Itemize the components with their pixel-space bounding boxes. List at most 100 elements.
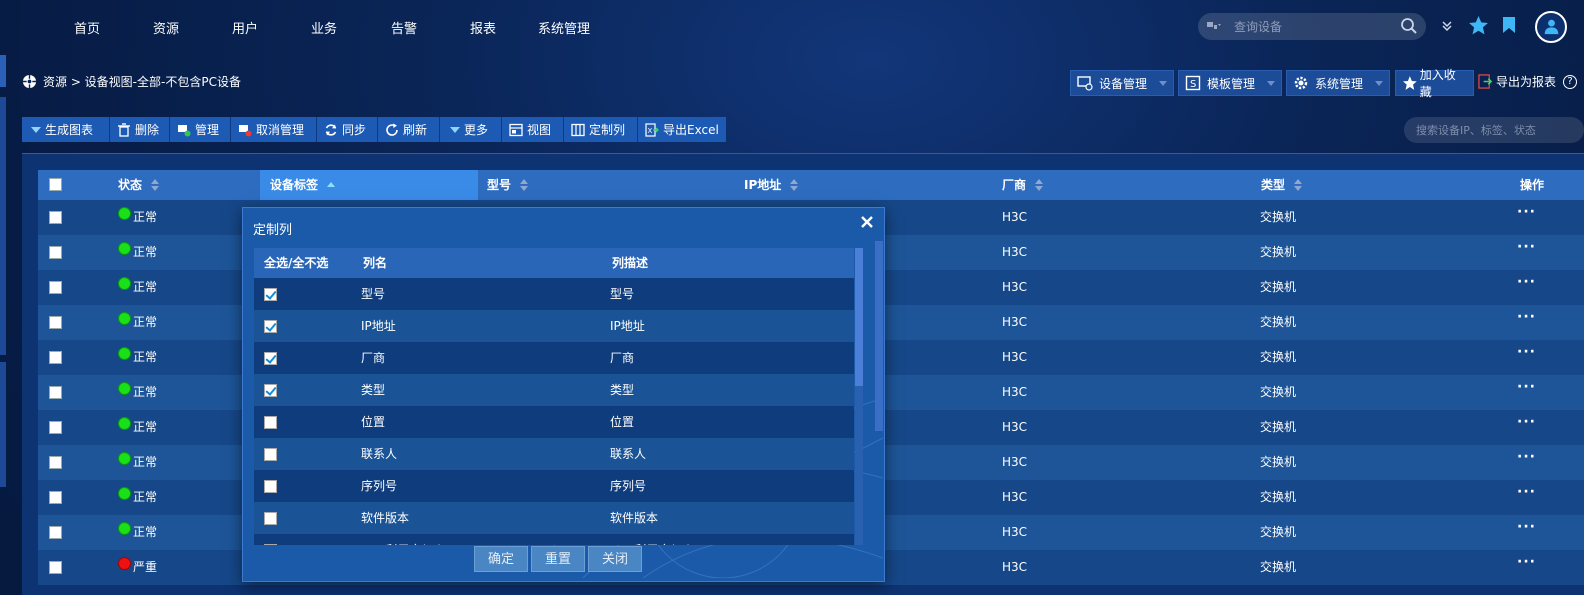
sort-icon[interactable]	[1035, 178, 1044, 191]
generate-chart-button[interactable]: 生成图表	[22, 117, 110, 142]
column-option-row[interactable]: 位置 位置	[254, 406, 854, 438]
nav-reports[interactable]: 报表	[470, 18, 496, 37]
confirm-button[interactable]: 确定	[474, 546, 528, 572]
export-excel-button[interactable]: X 导出Excel	[638, 117, 726, 142]
device-type-icon[interactable]	[1207, 20, 1221, 32]
column-option-row[interactable]: 联系人 联系人	[254, 438, 854, 470]
column-checkbox[interactable]	[264, 320, 277, 333]
device-search-input[interactable]	[1234, 17, 1384, 36]
row-actions-button[interactable]: ···	[1517, 475, 1536, 510]
row-checkbox[interactable]	[49, 456, 62, 469]
nav-home[interactable]: 首页	[74, 18, 100, 37]
column-checkbox[interactable]	[264, 416, 277, 429]
row-checkbox[interactable]	[49, 316, 62, 329]
close-button[interactable]: 关闭	[588, 546, 642, 572]
manage-label: 管理	[195, 123, 220, 137]
column-option-row[interactable]: IP地址 IP地址	[254, 310, 854, 342]
column-checkbox[interactable]	[264, 480, 277, 493]
add-favorite-button[interactable]: 加入收藏	[1395, 68, 1474, 99]
row-actions-button[interactable]: ···	[1517, 230, 1536, 265]
unmanage-button[interactable]: 取消管理	[231, 117, 317, 142]
search-icon[interactable]	[1400, 17, 1418, 35]
column-option-row[interactable]: 软件版本 软件版本	[254, 502, 854, 534]
row-checkbox[interactable]	[49, 281, 62, 294]
row-checkbox[interactable]	[49, 526, 62, 539]
column-checkbox[interactable]	[264, 448, 277, 461]
nav-resources[interactable]: 资源	[153, 18, 179, 37]
refresh-button[interactable]: 刷新	[378, 117, 440, 142]
nav-alarms[interactable]: 告警	[391, 18, 417, 37]
nav-users[interactable]: 用户	[232, 18, 258, 37]
reset-button[interactable]: 重置	[531, 546, 585, 572]
row-actions-button[interactable]: ···	[1517, 335, 1536, 370]
more-label: 更多	[464, 123, 489, 137]
type-cell: 交换机	[1260, 210, 1297, 224]
manage-button[interactable]: 管理	[170, 117, 231, 142]
column-checkbox[interactable]	[264, 512, 277, 525]
star-icon[interactable]	[1468, 15, 1489, 36]
help-icon[interactable]: ?	[1563, 74, 1578, 89]
row-actions-button[interactable]: ···	[1517, 440, 1536, 475]
sort-icon[interactable]	[790, 178, 799, 191]
row-checkbox[interactable]	[49, 491, 62, 504]
bookmark-icon[interactable]	[1502, 16, 1516, 34]
dialog-title: 定制列	[253, 223, 293, 238]
system-management-button[interactable]: 系统管理	[1286, 70, 1390, 96]
column-header-type[interactable]: 类型	[1261, 170, 1303, 200]
device-management-button[interactable]: 设备管理	[1070, 70, 1174, 96]
column-checkbox[interactable]	[264, 384, 277, 397]
user-avatar[interactable]	[1535, 11, 1567, 43]
nav-system-management[interactable]: 系统管理	[538, 18, 590, 37]
row-checkbox[interactable]	[49, 561, 62, 574]
view-button[interactable]: 视图	[502, 117, 564, 142]
select-all-toggle[interactable]: 全选/全不选	[264, 248, 328, 278]
column-option-row[interactable]: 厂商 厂商	[254, 342, 854, 374]
type-cell: 交换机	[1260, 280, 1297, 294]
more-button[interactable]: 更多	[440, 117, 502, 142]
table-search-input[interactable]	[1416, 121, 1576, 139]
row-actions-button[interactable]: ···	[1517, 370, 1536, 405]
row-checkbox[interactable]	[49, 351, 62, 364]
row-checkbox[interactable]	[49, 421, 62, 434]
column-header-status[interactable]: 状态	[118, 170, 160, 200]
double-chevron-down-icon[interactable]	[1441, 20, 1453, 32]
row-actions-button[interactable]: ···	[1517, 510, 1536, 545]
column-header-vendor[interactable]: 厂商	[1002, 170, 1044, 200]
row-actions-button[interactable]: ···	[1517, 195, 1536, 230]
delete-button[interactable]: 删除	[110, 117, 170, 142]
sort-ascending-icon[interactable]	[327, 179, 336, 191]
column-option-row[interactable]: CPU利用率(%) CPU利用率(%)	[254, 534, 854, 545]
add-favorite-label: 加入收藏	[1419, 68, 1456, 99]
column-checkbox[interactable]	[264, 288, 277, 301]
row-checkbox[interactable]	[49, 386, 62, 399]
column-option-row[interactable]: 序列号 序列号	[254, 470, 854, 502]
sync-button[interactable]: 同步	[317, 117, 378, 142]
sort-icon[interactable]	[1294, 178, 1303, 191]
export-report-button[interactable]: 导出为报表 ?	[1478, 73, 1578, 90]
template-management-button[interactable]: S 模板管理	[1178, 70, 1282, 96]
status-cell: 正常	[118, 305, 157, 340]
column-option-row[interactable]: 型号 型号	[254, 278, 854, 310]
row-actions-button[interactable]: ···	[1517, 405, 1536, 440]
column-header-model[interactable]: 型号	[487, 170, 529, 200]
column-header-ip[interactable]: IP地址	[744, 170, 799, 200]
column-option-row[interactable]: 类型 类型	[254, 374, 854, 406]
columns-scrollbar-thumb[interactable]	[855, 248, 863, 386]
row-actions-button[interactable]: ···	[1517, 300, 1536, 335]
column-checkbox[interactable]	[264, 544, 277, 545]
close-icon[interactable]	[860, 215, 874, 229]
nav-business[interactable]: 业务	[311, 18, 337, 37]
column-checkbox[interactable]	[264, 352, 277, 365]
sort-icon[interactable]	[520, 178, 529, 191]
row-actions-button[interactable]: ···	[1517, 545, 1536, 580]
custom-columns-button[interactable]: 定制列	[564, 117, 638, 142]
sort-icon[interactable]	[151, 178, 160, 191]
breadcrumb-text[interactable]: 资源 > 设备视图-全部-不包含PC设备	[43, 73, 241, 90]
row-checkbox[interactable]	[49, 246, 62, 259]
select-all-checkbox[interactable]	[49, 178, 62, 191]
column-header-label[interactable]: 设备标签	[260, 170, 478, 200]
row-actions-button[interactable]: ···	[1517, 265, 1536, 300]
ip-header-label: IP地址	[744, 178, 782, 192]
row-checkbox[interactable]	[49, 211, 62, 224]
dialog-scrollbar[interactable]	[875, 241, 883, 431]
